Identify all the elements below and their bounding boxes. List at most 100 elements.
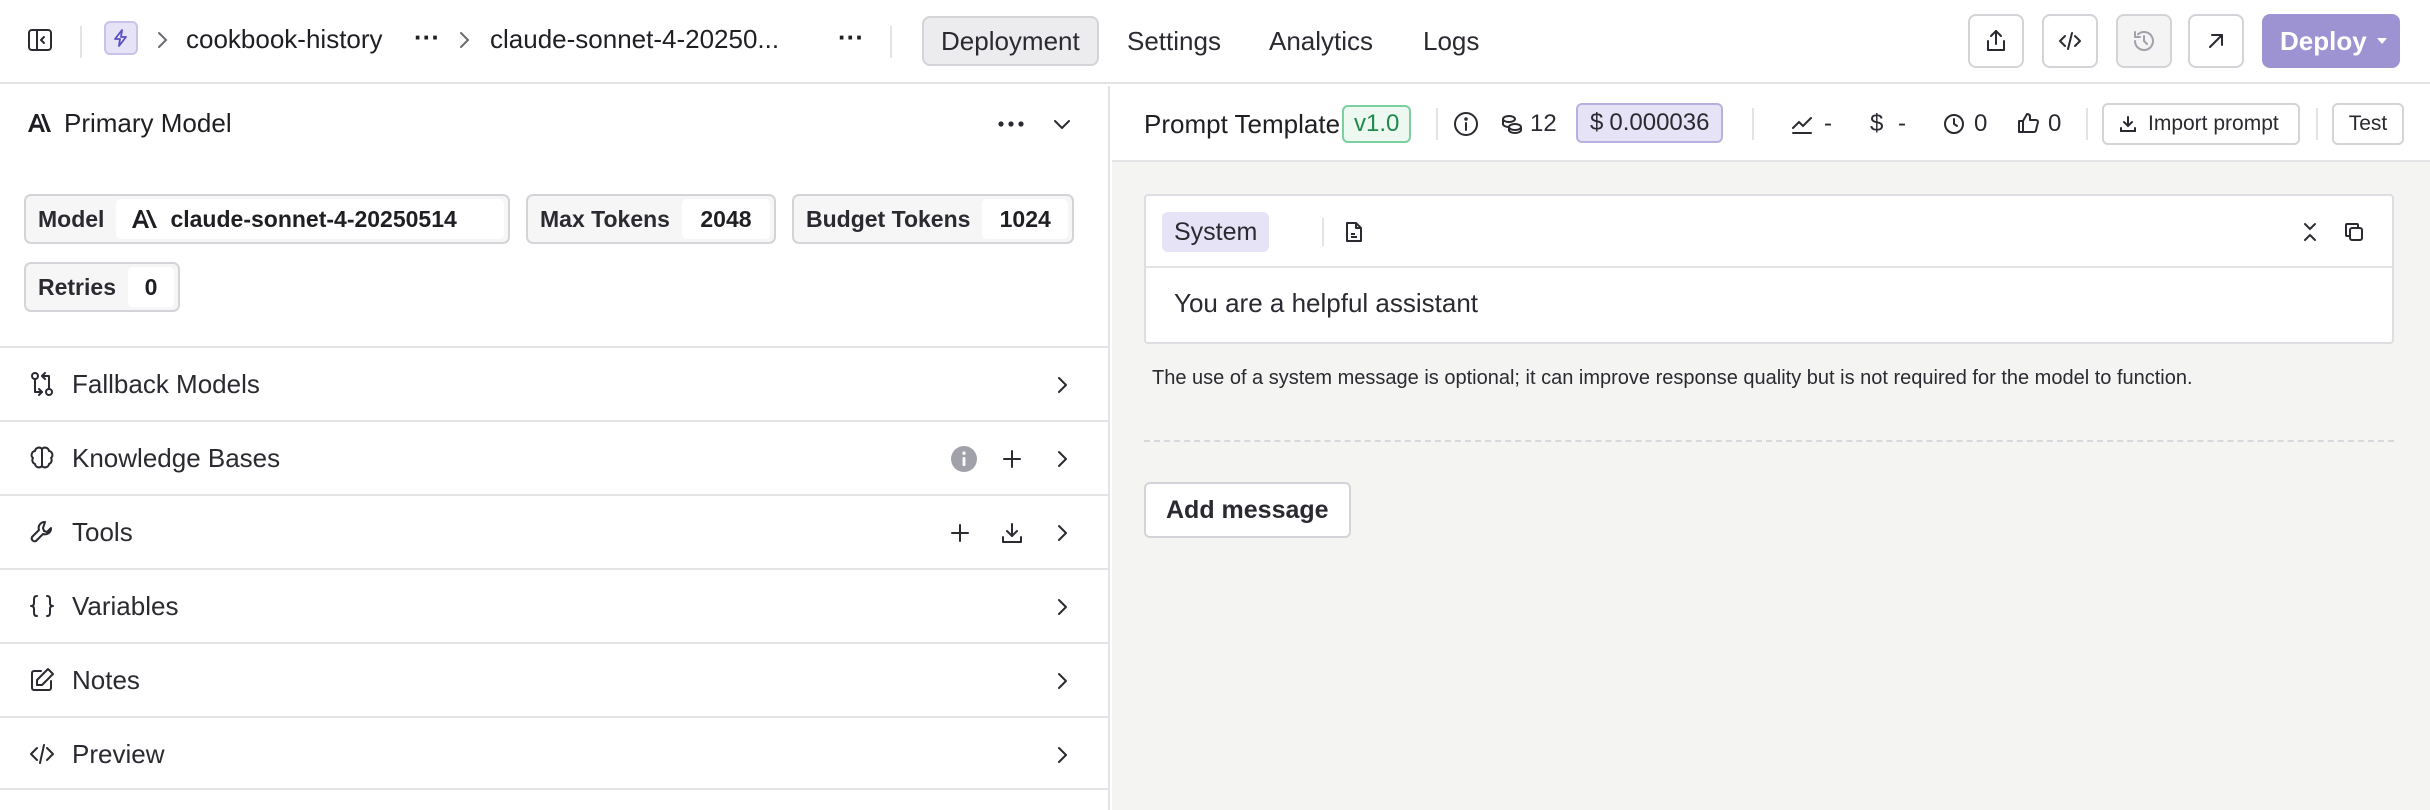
latency-value: 0: [1974, 110, 1988, 137]
avg-cost-value: -: [1898, 110, 1906, 137]
divider: [1322, 218, 1324, 246]
import-prompt-label: Import prompt: [2148, 112, 2279, 135]
chevron-right-icon[interactable]: [1048, 371, 1076, 399]
divider: [80, 26, 82, 58]
breadcrumb-prompt[interactable]: claude-sonnet-4-20250...: [490, 22, 779, 56]
clock-icon: [1942, 112, 1966, 136]
dollar-icon: $: [1870, 110, 1884, 137]
caret-down-icon: [2376, 38, 2387, 44]
thumbs-up-icon: [2016, 111, 2040, 135]
info-outline-icon[interactable]: [1452, 110, 1480, 138]
likes-value: 0: [2048, 110, 2062, 137]
model-chip[interactable]: Model claude-sonnet-4-20250514: [24, 194, 510, 244]
message-toolbar: System: [1146, 196, 2392, 268]
code-view-button[interactable]: [2042, 14, 2098, 68]
test-button[interactable]: Test: [2332, 103, 2404, 145]
more-options-icon[interactable]: [996, 112, 1026, 136]
section-label: Variables: [72, 591, 179, 621]
retries-value: 0: [127, 267, 174, 307]
braces-icon: [28, 592, 56, 620]
chevron-right-icon[interactable]: [1048, 445, 1076, 473]
breadcrumb-separator-icon: [456, 28, 472, 52]
chevron-right-icon[interactable]: [1048, 593, 1076, 621]
breadcrumb-more-button[interactable]: ···: [414, 20, 440, 54]
retries-chip[interactable]: Retries 0: [24, 262, 180, 312]
cost-value: 0.000036: [1609, 109, 1710, 136]
copy-icon[interactable]: [2342, 220, 2366, 244]
cost-badge: $ 0.000036: [1576, 103, 1724, 143]
token-count: 12: [1530, 110, 1557, 137]
breadcrumb-separator-icon: [154, 28, 170, 52]
system-message-note: The use of a system message is optional;…: [1152, 367, 2193, 389]
section-label: Fallback Models: [72, 369, 260, 399]
collapse-icon[interactable]: [2298, 220, 2322, 244]
history-icon: [2134, 31, 2154, 51]
message-card-system: System You are a helpful assistant: [1144, 194, 2394, 344]
budget-tokens-label: Budget Tokens: [806, 205, 971, 232]
document-icon[interactable]: [1342, 220, 1366, 244]
add-icon[interactable]: [998, 445, 1026, 473]
section-notes[interactable]: Notes: [0, 642, 1110, 716]
fallback-icon: [28, 370, 56, 398]
prompt-template-panel: Prompt Template v1.0 12 $ 0.000036 - $ -…: [1112, 86, 2430, 810]
chevron-right-icon[interactable]: [1048, 741, 1076, 769]
deploy-button[interactable]: Deploy: [2262, 14, 2400, 68]
budget-tokens-chip[interactable]: Budget Tokens 1024: [792, 194, 1074, 244]
section-label: Preview: [72, 739, 165, 769]
code-icon: [2059, 32, 2081, 50]
breadcrumb-project[interactable]: cookbook-history: [186, 22, 383, 56]
bolt-icon: [104, 21, 138, 55]
tab-analytics[interactable]: Analytics: [1252, 16, 1390, 66]
section-fallback-models[interactable]: Fallback Models: [0, 346, 1110, 420]
add-icon[interactable]: [946, 519, 974, 547]
model-chip-value-wrap: claude-sonnet-4-20250514: [116, 199, 504, 239]
divider: [890, 26, 892, 58]
dollar-icon: $: [1590, 109, 1604, 136]
tab-settings[interactable]: Settings: [1110, 16, 1238, 66]
wrench-icon: [28, 518, 56, 546]
role-selector[interactable]: System: [1162, 212, 1270, 252]
anthropic-logo-icon: [26, 112, 52, 134]
chevron-right-icon[interactable]: [1048, 519, 1076, 547]
history-button[interactable]: [2116, 14, 2172, 68]
max-tokens-label: Max Tokens: [540, 205, 670, 232]
section-tools[interactable]: Tools: [0, 494, 1110, 568]
import-prompt-button[interactable]: Import prompt: [2102, 103, 2300, 145]
open-external-button[interactable]: [2188, 14, 2244, 68]
section-preview[interactable]: Preview: [0, 716, 1110, 790]
chevron-right-icon[interactable]: [1048, 667, 1076, 695]
max-tokens-chip[interactable]: Max Tokens 2048: [526, 194, 776, 244]
version-badge[interactable]: v1.0: [1342, 105, 1412, 143]
edit-icon: [28, 666, 56, 694]
sidebar-toggle-icon[interactable]: [26, 26, 54, 54]
tab-logs[interactable]: Logs: [1406, 16, 1496, 66]
collapse-chevron-icon[interactable]: [1048, 110, 1076, 138]
prompt-template-title: Prompt Template: [1144, 109, 1341, 139]
info-icon[interactable]: [950, 445, 978, 473]
divider: [2086, 108, 2088, 140]
share-icon: [1987, 30, 2005, 51]
trend-value: -: [1824, 110, 1832, 137]
brain-icon: [28, 444, 56, 472]
message-content[interactable]: You are a helpful assistant: [1174, 286, 1478, 320]
divider: [1752, 108, 1754, 140]
section-label: Knowledge Bases: [72, 443, 281, 473]
config-panel: Primary Model Model claude-sonnet-4-2025…: [0, 86, 1110, 810]
top-bar: cookbook-history ··· claude-sonnet-4-202…: [0, 0, 2430, 84]
section-knowledge-bases[interactable]: Knowledge Bases: [0, 420, 1110, 494]
share-button[interactable]: [1968, 14, 2024, 68]
budget-tokens-value: 1024: [982, 199, 1068, 239]
primary-model-title: Primary Model: [64, 108, 232, 138]
trend-icon: [1790, 112, 1814, 136]
section-variables[interactable]: Variables: [0, 568, 1110, 642]
download-icon[interactable]: [998, 519, 1026, 547]
tab-deployment[interactable]: Deployment: [922, 16, 1099, 66]
max-tokens-value: 2048: [681, 199, 770, 239]
prompt-more-button[interactable]: ···: [838, 20, 864, 54]
primary-model-header: Primary Model: [0, 86, 1110, 162]
retries-label: Retries: [38, 273, 116, 300]
prompt-template-header: Prompt Template v1.0 12 $ 0.000036 - $ -…: [1112, 86, 2430, 162]
arrow-up-right-icon: [2209, 34, 2223, 48]
add-message-button[interactable]: Add message: [1144, 482, 1351, 538]
model-chip-label: Model: [38, 205, 105, 232]
